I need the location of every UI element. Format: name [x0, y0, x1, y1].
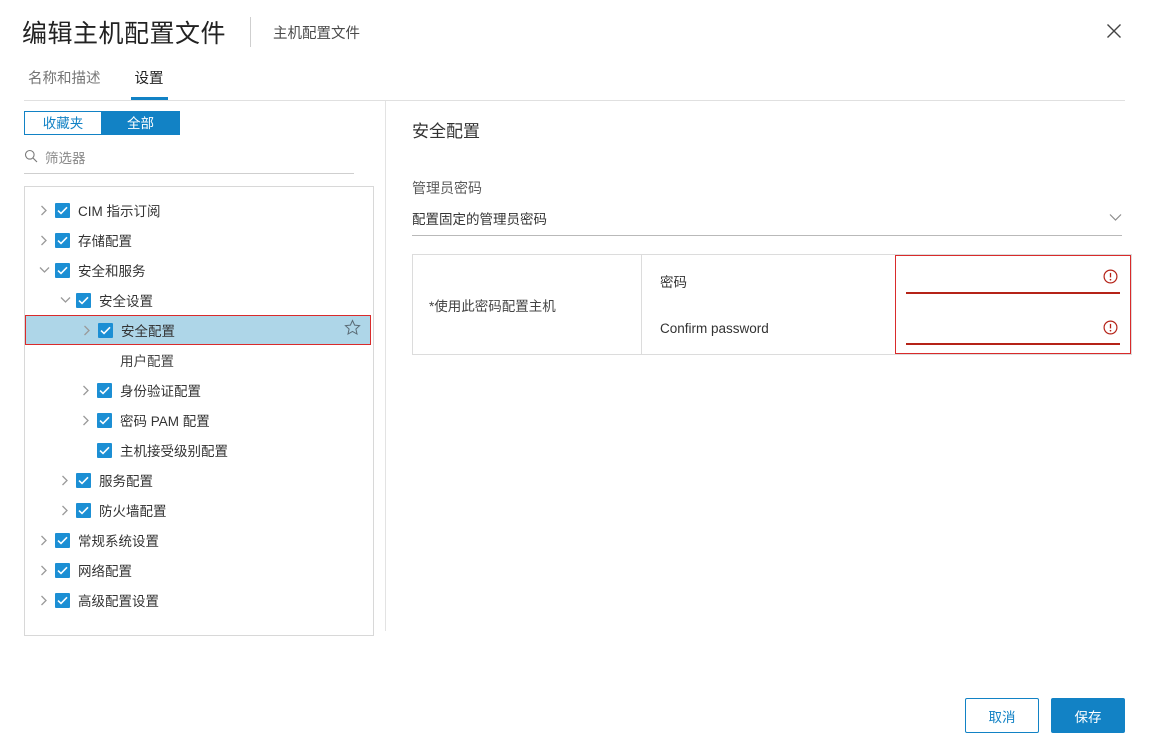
settings-tree: CIM 指示订阅 存储配置安全和服务安全设置安全配置用户配置身份验证配置 密码 PA…	[24, 186, 374, 636]
tree-item-label: 密码 PAM 配置	[120, 414, 210, 429]
tree-item-9[interactable]: 服务配置	[25, 465, 373, 495]
password-fields-cell: 密码 Confirm password	[642, 255, 1132, 355]
chevron-down-icon[interactable]	[54, 296, 76, 304]
password-error-group	[895, 255, 1131, 354]
chevron-right-icon[interactable]	[54, 505, 76, 516]
checkbox-checked[interactable]	[97, 382, 112, 398]
segment-all[interactable]: 全部	[102, 111, 180, 135]
table-row: *使用此密码配置主机 密码 Confirm password	[412, 254, 1132, 355]
dialog-body: 收藏夹 全部 CIM 指示订阅存储配置安全和服务安全设置安全配置用户配置身份验证…	[0, 101, 1149, 636]
confirm-password-input[interactable]	[906, 322, 1118, 338]
chevron-right-icon[interactable]	[76, 325, 98, 336]
filter-row	[24, 149, 354, 174]
tab-name-and-description[interactable]: 名称和描述	[24, 67, 105, 100]
chevron-right-icon[interactable]	[33, 235, 55, 246]
close-icon	[1105, 22, 1123, 40]
section-title: 安全配置	[412, 122, 480, 141]
chevron-right-icon[interactable]	[54, 475, 76, 486]
checkbox-checked[interactable]	[55, 532, 70, 548]
tree-item-label: 常规系统设置	[78, 534, 159, 549]
tree-item-11[interactable]: 常规系统设置	[25, 525, 373, 555]
tree-item-0[interactable]: CIM 指示订阅	[25, 195, 373, 225]
chevron-right-icon[interactable]	[33, 205, 55, 216]
tree-item-8[interactable]: 主机接受级别配置	[25, 435, 373, 465]
confirm-password-field-row: Confirm password	[642, 305, 899, 353]
close-button[interactable]	[1097, 14, 1131, 48]
checkbox-checked[interactable]	[97, 442, 112, 458]
tree-item-label: 安全配置	[121, 324, 175, 339]
password-field-row: 密码	[642, 257, 899, 305]
tree-item-label: 身份验证配置	[120, 384, 201, 399]
password-row-label: *使用此密码配置主机	[412, 254, 642, 355]
settings-tree-pane: 收藏夹 全部 CIM 指示订阅存储配置安全和服务安全设置安全配置用户配置身份验证…	[24, 101, 386, 636]
password-input-wrapper	[906, 266, 1120, 294]
chevron-right-icon[interactable]	[33, 535, 55, 546]
tree-item-3[interactable]: 安全设置	[25, 285, 373, 315]
page-title: 编辑主机配置文件	[22, 20, 227, 48]
chevron-right-icon[interactable]	[75, 385, 97, 396]
chevron-down-icon[interactable]	[33, 266, 55, 274]
tree-item-label: 主机接受级别配置	[120, 444, 228, 459]
filter-input[interactable]	[45, 151, 354, 166]
chevron-right-icon[interactable]	[33, 565, 55, 576]
tab-bar: 名称和描述 设置	[0, 64, 1149, 100]
page-subtitle: 主机配置文件	[273, 25, 361, 42]
tree-item-7[interactable]: 密码 PAM 配置	[25, 405, 373, 435]
segment-favorites[interactable]: 收藏夹	[24, 111, 102, 135]
tree-item-label: 高级配置设置	[78, 594, 159, 609]
checkbox-checked[interactable]	[55, 232, 70, 248]
tree-item-label: 网络配置	[78, 564, 132, 579]
tree-item-4[interactable]: 安全配置	[25, 315, 371, 345]
checkbox-checked[interactable]	[76, 472, 91, 488]
tree-item-13[interactable]: 高级配置设置	[25, 585, 373, 615]
tree-item-10[interactable]: 防火墙配置	[25, 495, 373, 525]
dialog-footer: 取消 保存	[965, 698, 1125, 733]
checkbox-checked[interactable]	[76, 502, 91, 518]
password-input[interactable]	[906, 271, 1118, 287]
title-divider	[250, 17, 252, 47]
confirm-password-field-label: Confirm password	[660, 321, 769, 336]
tree-item-label: 安全设置	[99, 294, 153, 309]
cancel-button[interactable]: 取消	[965, 698, 1039, 733]
favorite-star-icon[interactable]	[344, 319, 361, 341]
password-field-label: 密码	[660, 274, 687, 290]
save-button[interactable]: 保存	[1051, 698, 1125, 733]
chevron-right-icon[interactable]	[33, 595, 55, 606]
select-value: 配置固定的管理员密码	[412, 212, 547, 227]
tree-item-label: 用户配置	[120, 354, 174, 369]
confirm-password-input-wrapper	[906, 317, 1120, 345]
checkbox-checked[interactable]	[98, 322, 113, 338]
tree-item-label: 存储配置	[78, 234, 132, 249]
admin-password-label: 管理员密码	[412, 180, 482, 196]
tree-item-12[interactable]: 网络配置	[25, 555, 373, 585]
tree-item-1[interactable]: 存储配置	[25, 225, 373, 255]
checkbox-checked[interactable]	[97, 412, 112, 428]
tree-item-5[interactable]: 用户配置	[25, 345, 373, 375]
tree-item-label: 安全和服务	[78, 264, 146, 279]
error-exclamation-icon	[1103, 320, 1118, 340]
checkbox-checked[interactable]	[76, 292, 91, 308]
search-icon	[24, 149, 38, 168]
checkbox-checked[interactable]	[55, 562, 70, 578]
tree-item-6[interactable]: 身份验证配置	[25, 375, 373, 405]
admin-password-mode-select[interactable]: 配置固定的管理员密码	[412, 208, 1122, 236]
tree-item-label: 防火墙配置	[99, 504, 167, 519]
tree-item-label: 服务配置	[99, 474, 153, 489]
chevron-right-icon[interactable]	[75, 415, 97, 426]
tab-settings[interactable]: 设置	[130, 67, 168, 100]
favorites-all-toggle: 收藏夹 全部	[24, 111, 385, 135]
tree-item-2[interactable]: 安全和服务	[25, 255, 373, 285]
error-exclamation-icon	[1103, 269, 1118, 289]
security-settings-pane: 安全配置 管理员密码 配置固定的管理员密码 *使用此密码配置主机 密码 Conf…	[386, 101, 1149, 631]
checkbox-checked[interactable]	[55, 202, 70, 218]
dialog-header: 编辑主机配置文件 主机配置文件	[0, 0, 1149, 64]
password-table: *使用此密码配置主机 密码 Confirm password	[412, 254, 1132, 355]
tree-item-label: CIM 指示订阅	[78, 204, 161, 219]
checkbox-checked[interactable]	[55, 262, 70, 278]
checkbox-checked[interactable]	[55, 592, 70, 608]
chevron-down-icon	[1109, 209, 1122, 227]
